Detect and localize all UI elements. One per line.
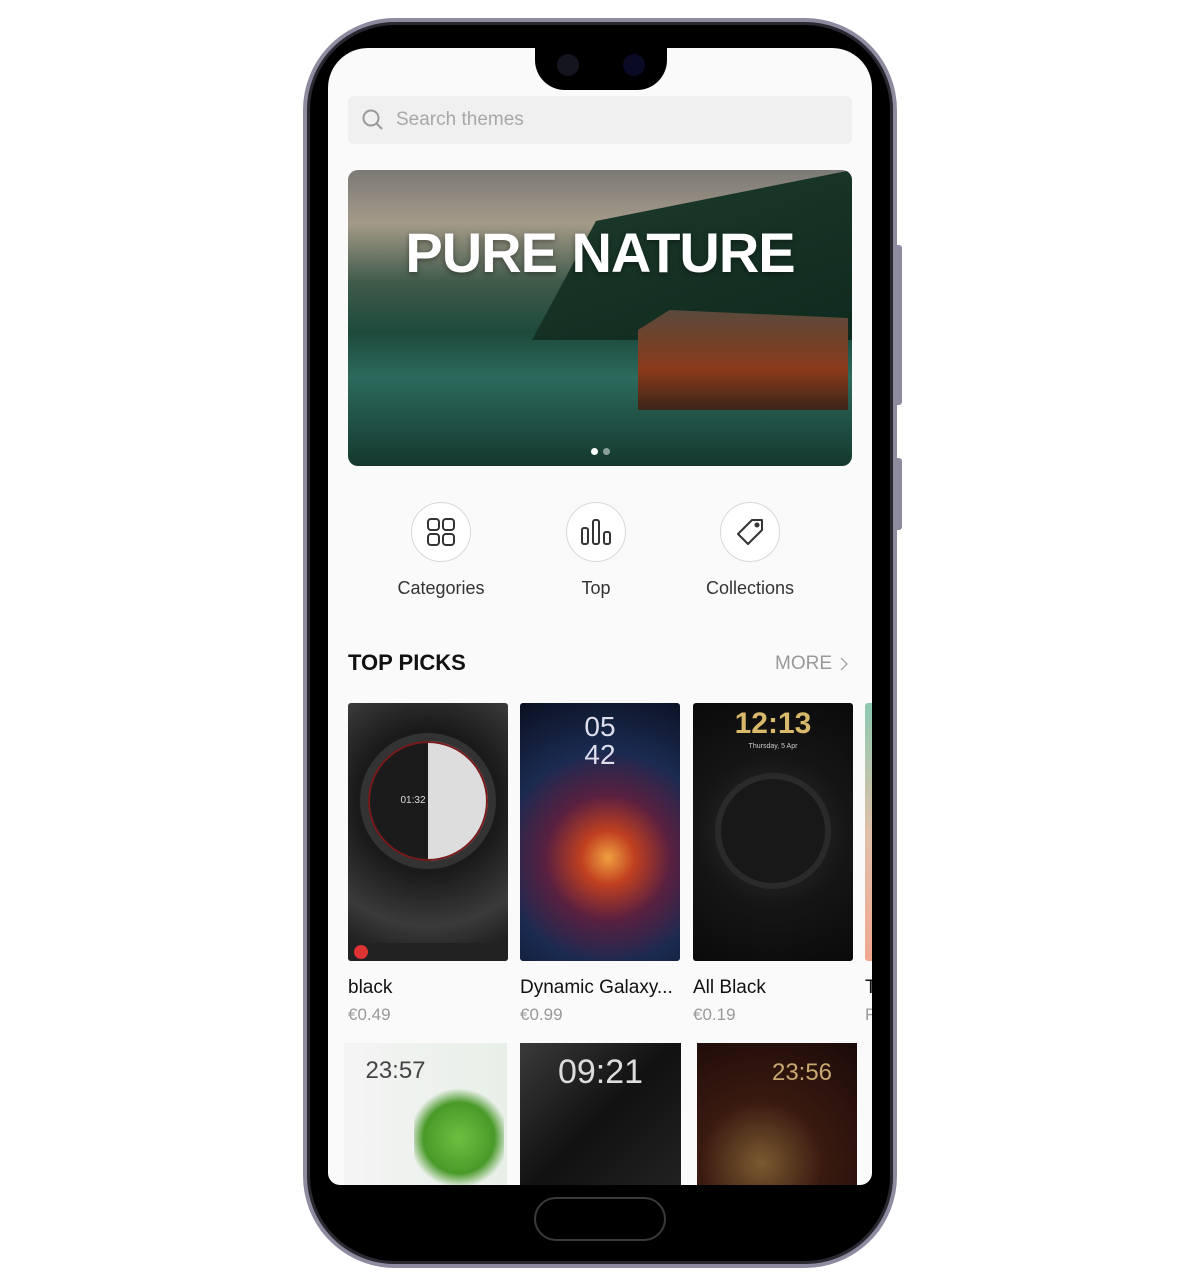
theme-thumbnail: 12:13 Thursday, 5 Apr bbox=[693, 703, 853, 961]
carousel-dot-active[interactable] bbox=[591, 448, 598, 455]
theme-card[interactable]: 09:21 bbox=[520, 1043, 681, 1185]
theme-thumbnail bbox=[865, 703, 872, 961]
theme-thumbnail: 01:32 bbox=[348, 703, 508, 961]
theme-price: €0.19 bbox=[693, 1005, 736, 1024]
categories-label: Categories bbox=[397, 578, 485, 598]
top-label: Top bbox=[581, 578, 611, 598]
theme-name: All Black bbox=[693, 977, 766, 998]
thumbnail-clock: 23:56 bbox=[771, 1059, 833, 1086]
theme-price: €0.49 bbox=[348, 1005, 391, 1024]
chevron-right-icon bbox=[840, 657, 848, 671]
theme-card[interactable]: T F bbox=[865, 703, 872, 1025]
notch bbox=[535, 40, 667, 90]
camera-icon bbox=[623, 54, 645, 76]
more-label: MORE bbox=[775, 653, 832, 674]
thumbnail-clock: 05 42 bbox=[584, 711, 616, 770]
search-bar[interactable]: Search themes bbox=[348, 96, 852, 144]
sensor-icon bbox=[557, 54, 579, 76]
top-button[interactable]: Top bbox=[536, 502, 656, 599]
theme-card[interactable]: 05 42 Dynamic Galaxy... €0.99 bbox=[520, 703, 680, 1025]
home-button[interactable] bbox=[534, 1197, 666, 1241]
search-placeholder: Search themes bbox=[396, 109, 524, 130]
section-title: TOP PICKS bbox=[348, 650, 466, 675]
banner-image-cabin bbox=[638, 310, 848, 410]
theme-name: T bbox=[865, 977, 872, 998]
collections-label: Collections bbox=[705, 578, 795, 598]
screen: Search themes PURE NATURE Categories Top… bbox=[328, 48, 872, 1185]
thumbnail-date: Thursday, 5 Apr bbox=[748, 743, 798, 750]
volume-button bbox=[897, 245, 902, 405]
theme-name: black bbox=[348, 977, 393, 998]
thumbnail-clock: 12:13 bbox=[734, 707, 812, 740]
theme-card[interactable]: 23:57 bbox=[344, 1043, 507, 1185]
promo-banner[interactable]: PURE NATURE bbox=[348, 170, 852, 466]
collections-button[interactable]: Collections bbox=[690, 502, 810, 599]
theme-price: F bbox=[865, 1005, 872, 1024]
carousel-dot[interactable] bbox=[603, 448, 610, 455]
tag-icon bbox=[737, 519, 763, 545]
theme-price: €0.99 bbox=[520, 1005, 563, 1024]
search-icon bbox=[362, 109, 383, 130]
theme-name: Dynamic Galaxy... bbox=[520, 977, 673, 998]
power-button bbox=[897, 458, 902, 530]
thumbnail-clock: 23:57 bbox=[365, 1057, 426, 1084]
bar-chart-icon bbox=[581, 519, 611, 545]
theme-card[interactable]: 01:32 black €0.49 bbox=[348, 703, 508, 1025]
grid-icon bbox=[427, 518, 455, 546]
thumbnail-clock: 01:32 bbox=[400, 795, 426, 806]
theme-thumbnail: 05 42 bbox=[520, 703, 680, 961]
theme-card[interactable]: 12:13 Thursday, 5 Apr All Black €0.19 bbox=[693, 703, 853, 1025]
more-link[interactable]: MORE bbox=[775, 653, 848, 675]
theme-card[interactable]: 23:56 bbox=[697, 1043, 857, 1185]
categories-button[interactable]: Categories bbox=[381, 502, 501, 599]
banner-title: PURE NATURE bbox=[405, 221, 795, 284]
thumbnail-clock: 09:21 bbox=[557, 1053, 644, 1091]
